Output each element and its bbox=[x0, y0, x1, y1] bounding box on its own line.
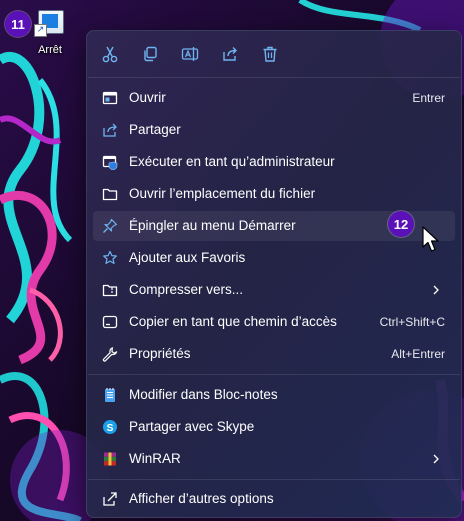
mouse-pointer-icon bbox=[422, 226, 439, 252]
menu-item-properties[interactable]: Propriétés Alt+Entrer bbox=[93, 339, 455, 369]
menu-item-label: Ouvrir bbox=[129, 90, 166, 105]
delete-button[interactable] bbox=[255, 39, 285, 69]
share-icon bbox=[101, 121, 119, 139]
menu-item-add-to-favorites[interactable]: Ajouter aux Favoris bbox=[93, 243, 455, 273]
winrar-icon bbox=[101, 450, 119, 468]
menu-item-label: Exécuter en tant qu’administrateur bbox=[129, 154, 335, 169]
shortcut-arrow-icon: ↗ bbox=[34, 24, 47, 37]
copy-path-icon bbox=[101, 313, 119, 331]
menu-item-compress-to[interactable]: Compresser vers... bbox=[93, 275, 455, 305]
menu-item-label: WinRAR bbox=[129, 451, 181, 466]
menu-item-winrar[interactable]: WinRAR bbox=[93, 444, 455, 474]
admin-shield-icon bbox=[101, 153, 119, 171]
desktop-shortcut[interactable]: ↗ Arrêt bbox=[28, 4, 72, 60]
skype-icon: S bbox=[101, 418, 119, 436]
folder-icon bbox=[101, 185, 119, 203]
menu-item-share-with-skype[interactable]: S Partager avec Skype bbox=[93, 412, 455, 442]
chevron-right-icon bbox=[433, 454, 439, 464]
menu-item-label: Partager avec Skype bbox=[129, 419, 255, 434]
desktop-shortcut-label: Arrêt bbox=[38, 44, 62, 56]
cut-button[interactable] bbox=[95, 39, 125, 69]
share-button[interactable] bbox=[215, 39, 245, 69]
open-icon bbox=[101, 89, 119, 107]
menu-item-copy-as-path[interactable]: Copier en tant que chemin d’accès Ctrl+S… bbox=[93, 307, 455, 337]
notepad-icon bbox=[101, 386, 119, 404]
menu-item-accelerator: Alt+Entrer bbox=[391, 347, 445, 361]
menu-item-open[interactable]: Ouvrir Entrer bbox=[93, 83, 455, 113]
menu-item-label: Ouvrir l’emplacement du fichier bbox=[129, 186, 316, 201]
menu-item-label: Compresser vers... bbox=[129, 282, 244, 297]
menu-item-run-as-admin[interactable]: Exécuter en tant qu’administrateur bbox=[93, 147, 455, 177]
menu-item-label: Épingler au menu Démarrer bbox=[129, 218, 296, 233]
cut-icon bbox=[102, 46, 118, 63]
menu-item-show-more-options[interactable]: Afficher d’autres options bbox=[93, 484, 455, 514]
menu-item-label: Modifier dans Bloc-notes bbox=[129, 387, 278, 402]
copy-icon bbox=[144, 46, 157, 62]
menu-item-label: Afficher d’autres options bbox=[129, 491, 274, 506]
menu-separator bbox=[88, 479, 460, 480]
menu-item-label: Propriétés bbox=[129, 346, 191, 361]
menu-item-accelerator: Entrer bbox=[412, 91, 445, 105]
delete-icon bbox=[263, 46, 277, 62]
menu-separator bbox=[88, 374, 460, 375]
more-options-icon bbox=[101, 490, 119, 508]
step-badge: 12 bbox=[388, 211, 414, 237]
star-icon bbox=[101, 249, 119, 267]
step-badge: 11 bbox=[5, 11, 31, 37]
wrench-icon bbox=[101, 345, 119, 363]
share-icon bbox=[223, 47, 237, 61]
rename-icon bbox=[181, 47, 199, 61]
context-menu: Ouvrir Entrer Partager Exécuter en tant … bbox=[86, 30, 462, 518]
menu-separator bbox=[88, 77, 460, 78]
rename-button[interactable] bbox=[175, 39, 205, 69]
zip-folder-icon bbox=[101, 281, 119, 299]
svg-text:S: S bbox=[106, 422, 113, 434]
menu-item-label: Copier en tant que chemin d’accès bbox=[129, 314, 337, 329]
context-menu-toolbar bbox=[87, 39, 461, 69]
menu-item-label: Ajouter aux Favoris bbox=[129, 250, 246, 265]
menu-item-share[interactable]: Partager bbox=[93, 115, 455, 145]
menu-item-open-file-location[interactable]: Ouvrir l’emplacement du fichier bbox=[93, 179, 455, 209]
menu-item-accelerator: Ctrl+Shift+C bbox=[379, 315, 445, 329]
chevron-right-icon bbox=[433, 285, 439, 295]
menu-item-label: Partager bbox=[129, 122, 181, 137]
menu-item-edit-in-notepad[interactable]: Modifier dans Bloc-notes bbox=[93, 380, 455, 410]
pin-icon bbox=[101, 217, 119, 235]
copy-button[interactable] bbox=[135, 39, 165, 69]
